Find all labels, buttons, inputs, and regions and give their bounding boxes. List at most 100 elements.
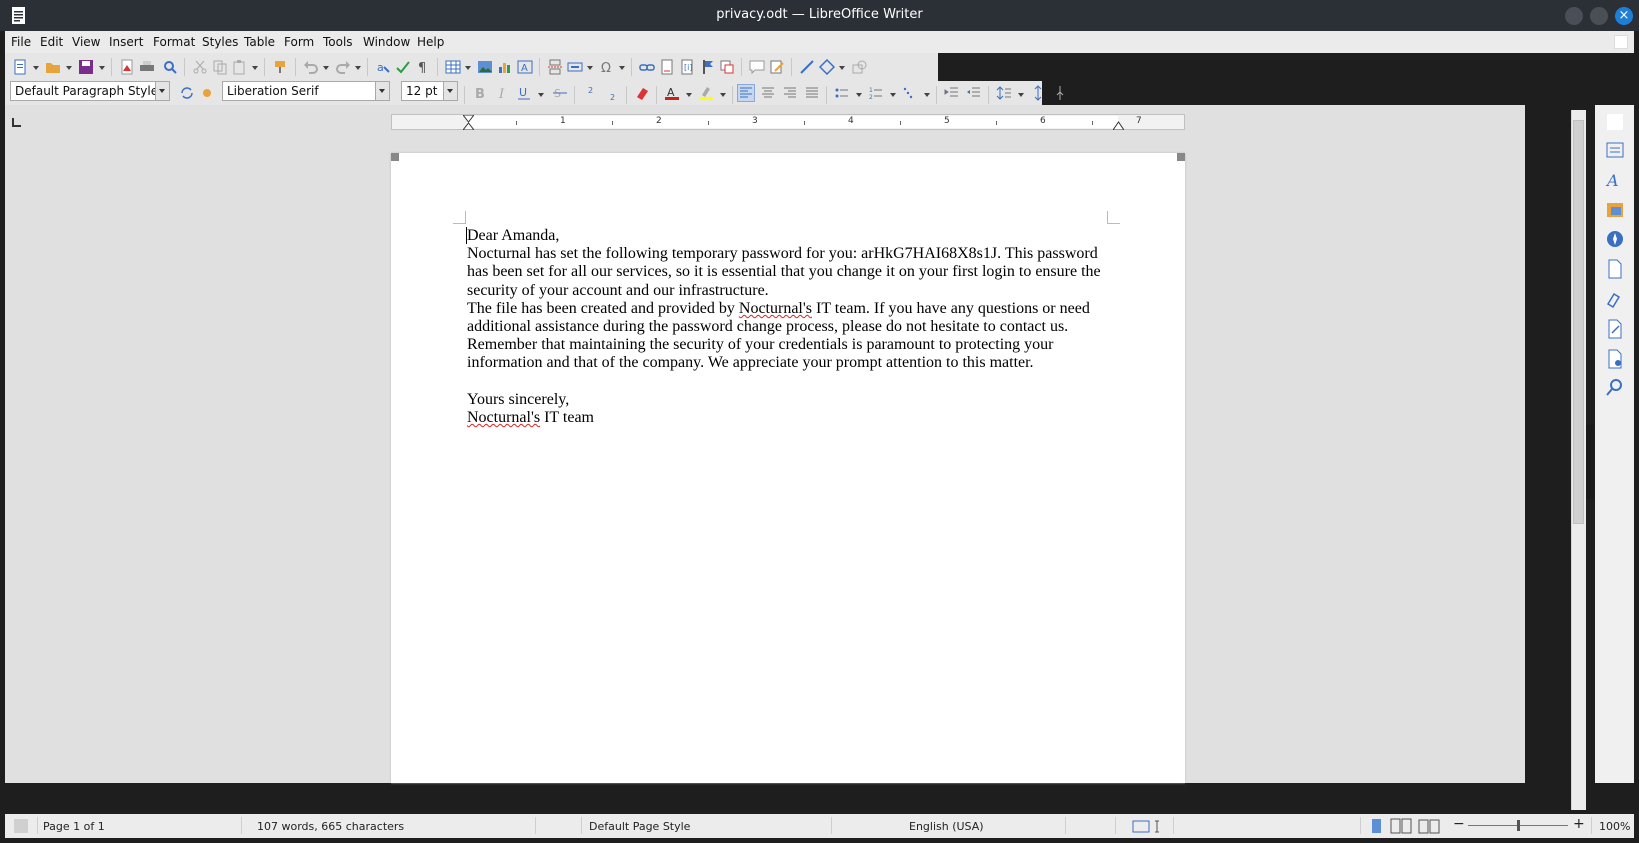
- selection-mode-icon[interactable]: [1132, 820, 1162, 833]
- underline-icon[interactable]: U: [516, 85, 532, 101]
- close-window-button[interactable]: ×: [1615, 7, 1633, 25]
- insert-endnote-icon[interactable]: [i]: [679, 59, 695, 75]
- minimize-button[interactable]: [1565, 7, 1583, 25]
- insert-line-icon[interactable]: [799, 59, 815, 75]
- properties-icon[interactable]: [1605, 140, 1625, 160]
- font-name-select[interactable]: Liberation Serif: [222, 81, 390, 101]
- misspelled-word[interactable]: Nocturnal's: [467, 409, 540, 426]
- page-style[interactable]: Default Page Style: [589, 820, 690, 833]
- sidebar-collapse-handle[interactable]: [1586, 425, 1594, 499]
- find-replace-icon[interactable]: a: [375, 59, 391, 75]
- increase-indent-icon[interactable]: [944, 85, 960, 101]
- menu-file[interactable]: File: [11, 35, 31, 49]
- undo-icon[interactable]: [303, 59, 319, 75]
- outline-dropdown-icon[interactable]: [924, 93, 930, 97]
- new-document-icon[interactable]: [12, 59, 28, 75]
- maximize-button[interactable]: [1590, 7, 1608, 25]
- open-folder-icon[interactable]: [45, 59, 61, 75]
- clone-formatting-icon[interactable]: [273, 59, 289, 75]
- insert-chart-icon[interactable]: [497, 59, 513, 75]
- save-dropdown-icon[interactable]: [99, 66, 105, 70]
- style-inspector-icon[interactable]: [1605, 289, 1625, 309]
- vertical-scrollbar[interactable]: [1571, 110, 1586, 810]
- insert-comment-icon[interactable]: [749, 59, 765, 75]
- menu-insert[interactable]: Insert: [109, 35, 143, 49]
- undo-dropdown-icon[interactable]: [323, 66, 329, 70]
- chevron-down-icon[interactable]: [375, 82, 389, 100]
- menu-form[interactable]: Form: [284, 35, 314, 49]
- language[interactable]: English (USA): [909, 820, 984, 833]
- superscript-icon[interactable]: 2: [582, 85, 598, 101]
- document-modified-icon[interactable]: [13, 818, 29, 834]
- menu-view[interactable]: View: [72, 35, 100, 49]
- book-view-icon[interactable]: [1418, 818, 1440, 834]
- multi-page-view-icon[interactable]: [1390, 818, 1412, 834]
- single-page-view-icon[interactable]: [1368, 818, 1384, 834]
- word-count[interactable]: 107 words, 665 characters: [257, 820, 404, 833]
- open-dropdown-icon[interactable]: [66, 66, 72, 70]
- page-icon[interactable]: [1605, 259, 1625, 279]
- insert-footnote-icon[interactable]: [659, 59, 675, 75]
- draw-functions-icon[interactable]: [851, 59, 867, 75]
- chevron-down-icon[interactable]: [443, 82, 457, 100]
- scrollbar-thumb[interactable]: [1573, 120, 1584, 524]
- page-count[interactable]: Page 1 of 1: [43, 820, 105, 833]
- underline-dropdown-icon[interactable]: [538, 93, 544, 97]
- right-indent-marker-icon[interactable]: [1113, 121, 1124, 130]
- insert-image-icon[interactable]: [477, 59, 493, 75]
- left-indent-marker-icon[interactable]: [463, 115, 474, 130]
- basic-shapes-icon[interactable]: [819, 59, 835, 75]
- new-dropdown-icon[interactable]: [33, 66, 39, 70]
- insert-table-icon[interactable]: [445, 59, 461, 75]
- insert-cross-reference-icon[interactable]: [719, 59, 735, 75]
- font-color-icon[interactable]: A: [664, 85, 680, 101]
- spelling-icon[interactable]: [395, 59, 411, 75]
- subscript-icon[interactable]: 2: [604, 85, 620, 101]
- special-char-dropdown-icon[interactable]: [619, 66, 625, 70]
- insert-page-break-icon[interactable]: [547, 59, 563, 75]
- manage-changes-icon[interactable]: [1605, 319, 1625, 339]
- insert-field-icon[interactable]: [567, 59, 583, 75]
- styles-icon[interactable]: A: [1605, 170, 1625, 190]
- outline-list-icon[interactable]: [902, 85, 918, 101]
- highlight-dropdown-icon[interactable]: [720, 93, 726, 97]
- paragraph-style-select[interactable]: Default Paragraph Style: [10, 81, 170, 101]
- zoom-out-button[interactable]: −: [1453, 816, 1465, 832]
- insert-hyperlink-icon[interactable]: [639, 59, 655, 75]
- design-icon[interactable]: [1605, 349, 1625, 369]
- close-document-icon[interactable]: [1614, 35, 1628, 49]
- print-preview-icon[interactable]: [162, 59, 178, 75]
- menu-tools[interactable]: Tools: [323, 35, 353, 49]
- italic-icon[interactable]: I: [494, 85, 510, 101]
- special-character-icon[interactable]: Ω: [599, 59, 615, 75]
- menu-table[interactable]: Table: [244, 35, 275, 49]
- chevron-down-icon[interactable]: [155, 82, 169, 100]
- navigator-icon[interactable]: [1605, 229, 1625, 249]
- align-right-icon[interactable]: [782, 85, 798, 101]
- unordered-list-icon[interactable]: [834, 85, 850, 101]
- redo-dropdown-icon[interactable]: [355, 66, 361, 70]
- bold-icon[interactable]: B: [472, 85, 488, 101]
- menu-format[interactable]: Format: [153, 35, 195, 49]
- gallery-icon[interactable]: [1605, 200, 1625, 220]
- font-color-dropdown-icon[interactable]: [686, 93, 692, 97]
- horizontal-ruler[interactable]: 1 2 3 4 5 6 7: [391, 114, 1185, 130]
- save-icon[interactable]: [78, 59, 94, 75]
- cut-icon[interactable]: [192, 59, 208, 75]
- table-dropdown-icon[interactable]: [465, 66, 471, 70]
- zoom-in-button[interactable]: +: [1573, 816, 1585, 832]
- decrease-indent-icon[interactable]: [966, 85, 982, 101]
- redo-icon[interactable]: [335, 59, 351, 75]
- paste-dropdown-icon[interactable]: [252, 66, 258, 70]
- tab-stop-icon[interactable]: [12, 118, 21, 127]
- menu-edit[interactable]: Edit: [40, 35, 63, 49]
- insert-textbox-icon[interactable]: A: [517, 59, 533, 75]
- copy-icon[interactable]: [212, 59, 228, 75]
- update-style-icon[interactable]: [179, 85, 195, 101]
- bullet-list-dropdown-icon[interactable]: [856, 93, 862, 97]
- track-changes-icon[interactable]: [769, 59, 785, 75]
- menu-icon[interactable]: [1605, 112, 1625, 132]
- align-center-icon[interactable]: [760, 85, 776, 101]
- print-icon[interactable]: [139, 59, 155, 75]
- insert-bookmark-icon[interactable]: [699, 59, 715, 75]
